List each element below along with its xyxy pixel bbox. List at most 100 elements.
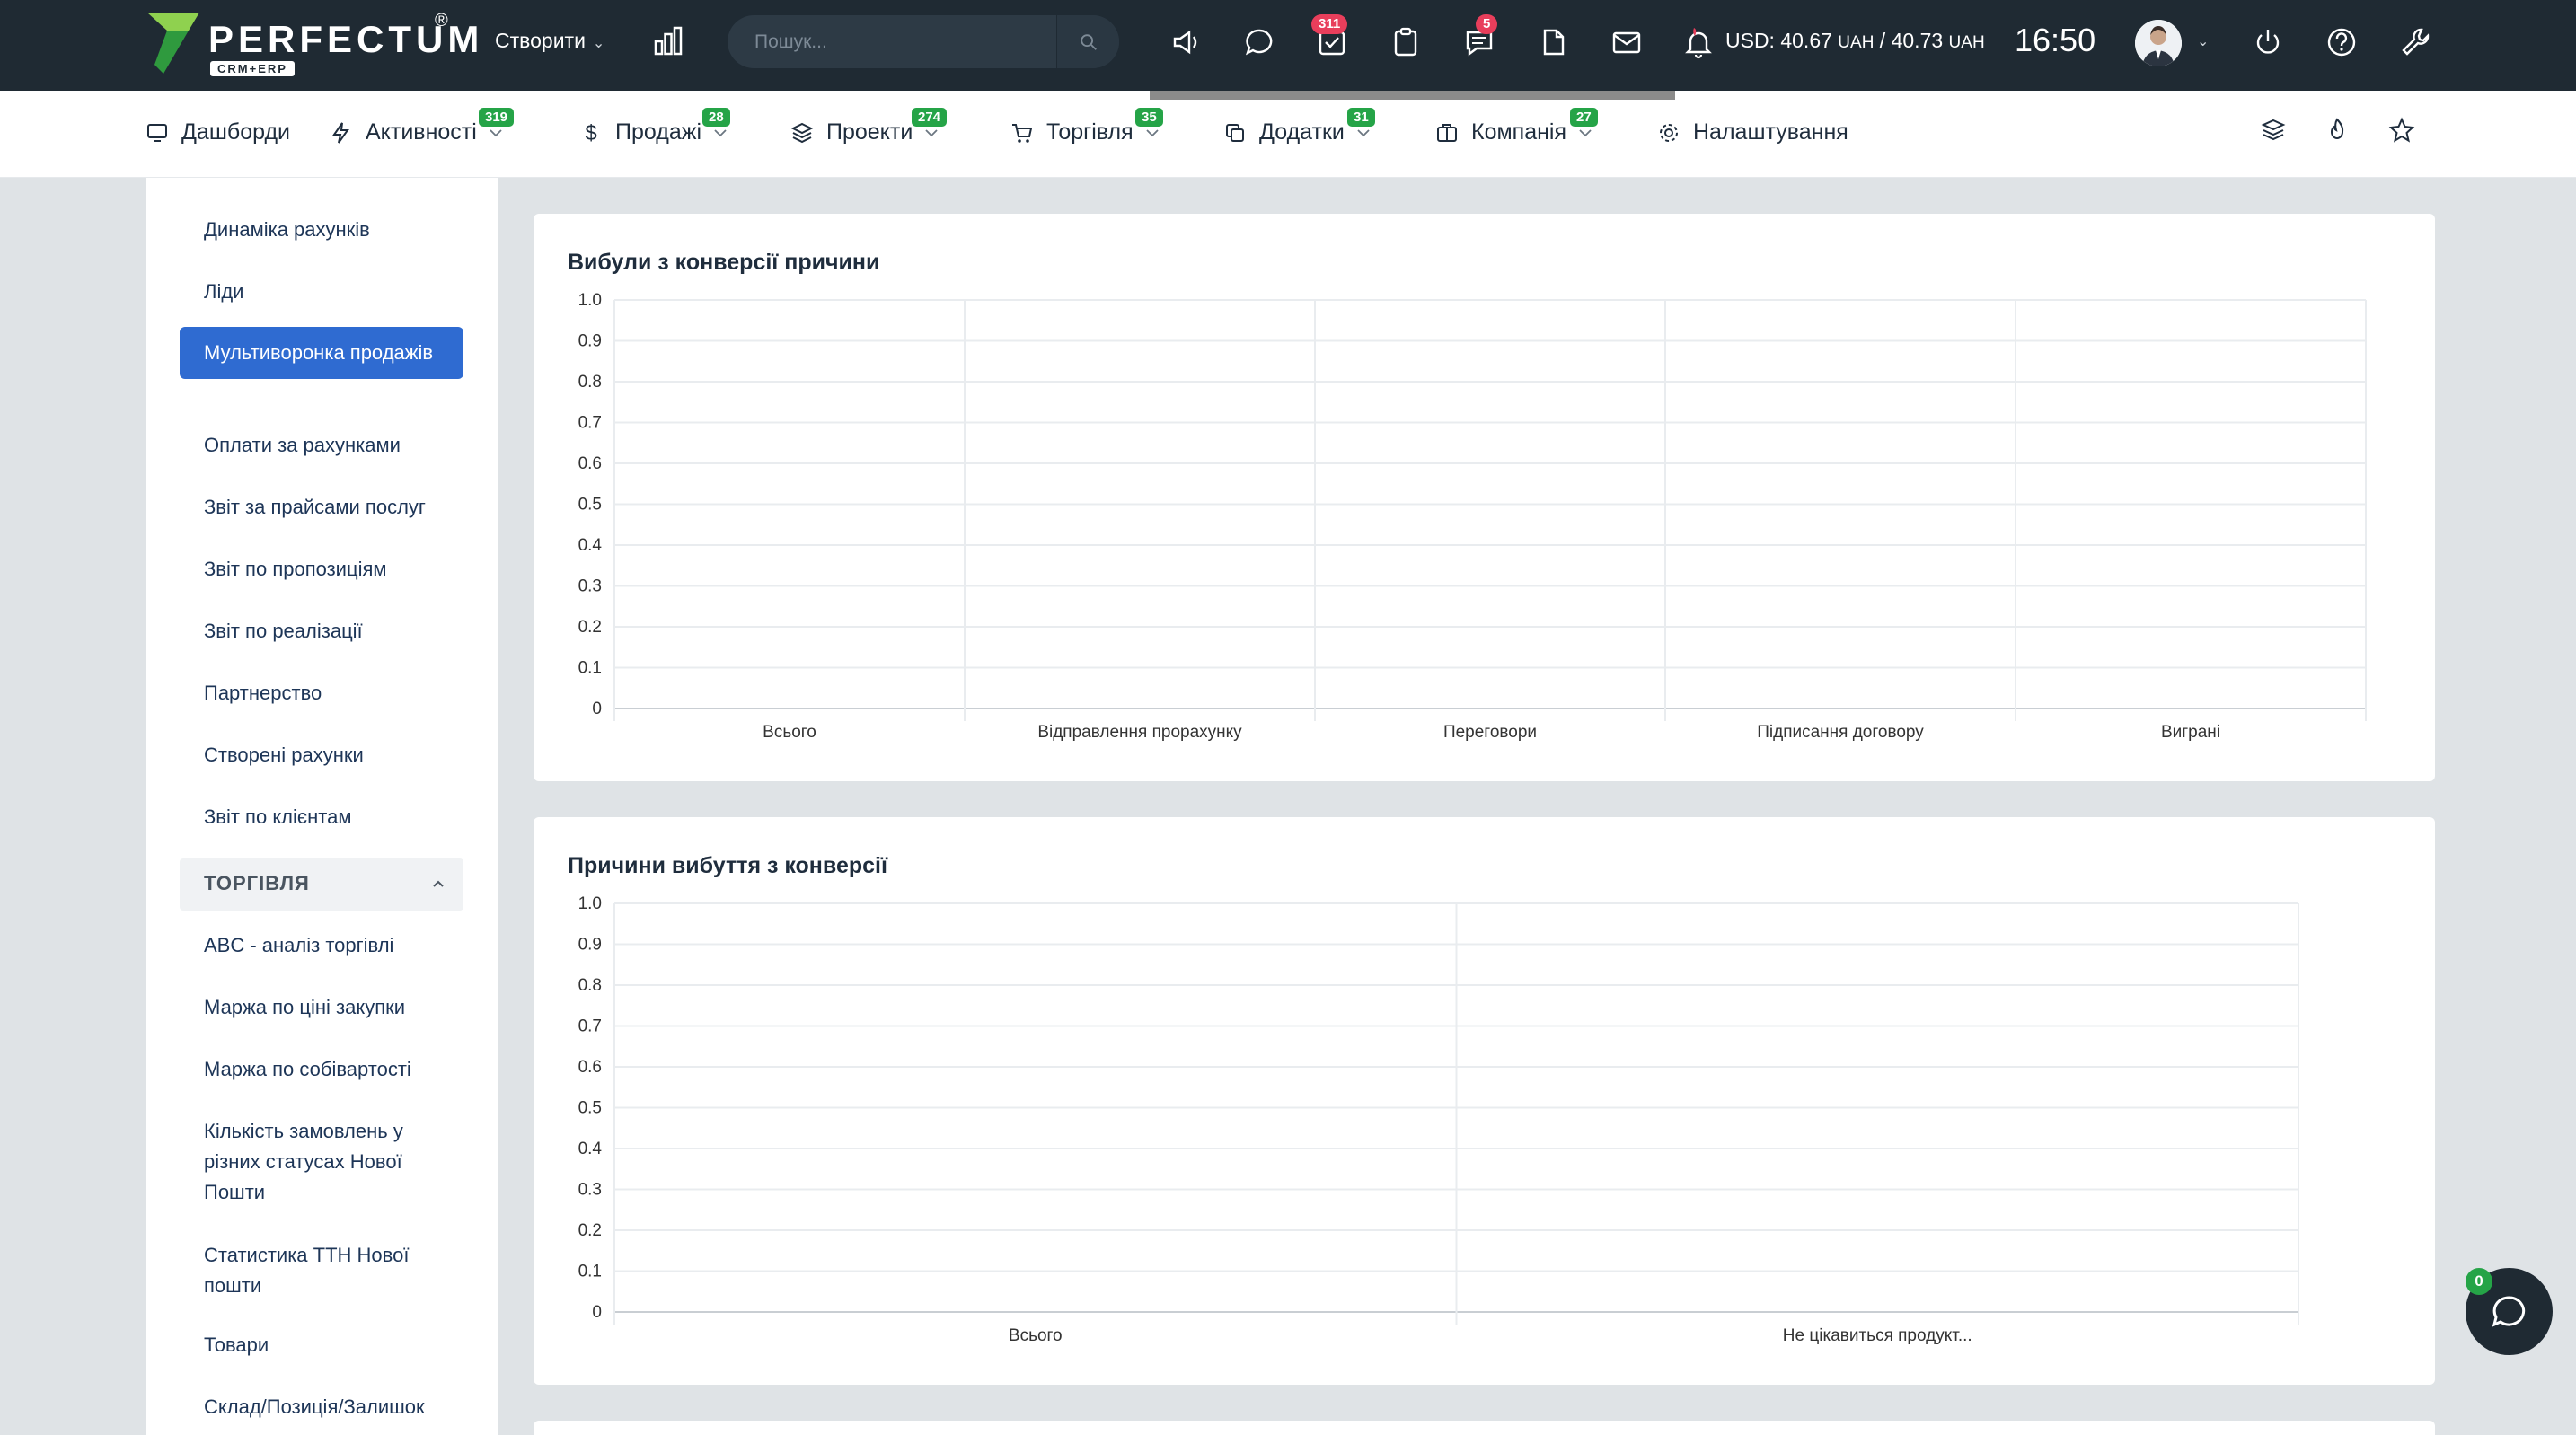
chevron-down-icon: [1146, 128, 1159, 136]
currency-rate: USD: 40.67 UAH / 40.73 UAH: [1725, 29, 1985, 53]
y-tick-label: 0.9: [578, 936, 602, 955]
search-button[interactable]: [1056, 15, 1119, 68]
y-tick-label: 0.2: [578, 618, 602, 637]
sidebar-group-trade[interactable]: ТОРГІВЛЯ: [180, 858, 463, 911]
announcement-icon[interactable]: [1169, 25, 1204, 59]
create-dropdown[interactable]: Створити ⌄: [495, 29, 604, 53]
sidebar-item[interactable]: Створені рахунки: [204, 740, 364, 770]
currency-unit-2: UAH: [1948, 33, 1985, 52]
chevron-down-icon: [714, 128, 727, 136]
sidebar-item[interactable]: Динаміка рахунків: [204, 215, 370, 245]
y-tick-label: 0.3: [578, 1181, 602, 1200]
sidebar-item[interactable]: Маржа по собівартості: [204, 1054, 411, 1085]
y-tick-label: 0.8: [578, 976, 602, 995]
sidebar-item[interactable]: Статистика ТТН Нової пошти: [204, 1240, 446, 1301]
nav-dashboards[interactable]: Дашборди: [146, 119, 290, 145]
sidebar-item[interactable]: Звіт по реалізації: [204, 616, 363, 647]
x-category-label: Переговори: [1443, 723, 1537, 742]
y-tick-label: 0: [592, 1303, 602, 1322]
currency-separator: / 40.73: [1874, 29, 1944, 52]
sidebar-item[interactable]: ABC - аналіз торгівлі: [204, 930, 393, 961]
chart-dropout-reasons: 0 0.1 0.2 0.3 0.4 0.5 0.6 0.7 0.8 0.9 1.0 Всього Від…: [578, 291, 2367, 742]
chevron-down-icon: [1579, 128, 1592, 136]
y-tick-label: 0: [592, 700, 602, 718]
nav-label: Активності: [366, 119, 477, 145]
y-tick-label: 1.0: [578, 291, 602, 310]
sidebar-item[interactable]: Товари: [204, 1330, 269, 1360]
chart-card-conversion-dropout: Вибули з конверсії причини 0 0.1 0.2 0.3 0.4…: [534, 214, 2435, 781]
top-bar: PERFECTUM ® CRM+ERP Створити ⌄ 311 5: [0, 0, 2576, 91]
power-icon[interactable]: [2251, 25, 2285, 59]
sidebar-item-active[interactable]: Мультиворонка продажів: [180, 327, 463, 379]
nav-badge: 274: [912, 108, 948, 127]
nav-badge: 319: [479, 108, 515, 127]
logo-registered-mark: ®: [435, 11, 448, 31]
y-tick-label: 0.5: [578, 496, 602, 515]
nav-badge: 28: [702, 108, 730, 127]
dollar-icon: $: [585, 120, 597, 145]
copy-icon: [1226, 123, 1244, 142]
chart-card-dropout-reasons: Причини вибуття з конверсії 0 0.1 0.2 0.3 0.…: [534, 817, 2435, 1385]
nav-label: Налаштування: [1693, 119, 1848, 145]
bar-chart-icon[interactable]: [652, 25, 684, 57]
document-icon[interactable]: [1536, 25, 1570, 59]
live-chat-button[interactable]: 0: [2466, 1268, 2553, 1355]
chat-icon[interactable]: [1243, 25, 1277, 59]
y-tick-label: 0.8: [578, 373, 602, 392]
briefcase-icon: [1437, 123, 1457, 142]
notification-bell-icon[interactable]: [1681, 25, 1716, 59]
sidebar-item[interactable]: Партнерство: [204, 678, 322, 709]
sidebar-item[interactable]: Звіт по пропозиціям: [204, 554, 387, 585]
y-tick-label: 0.6: [578, 454, 602, 473]
sidebar-item[interactable]: Звіт по клієнтам: [204, 802, 351, 832]
chart-reasons-of-dropout: 0 0.1 0.2 0.3 0.4 0.5 0.6 0.7 0.8 0.9 1.0 Всього Не …: [578, 894, 2299, 1345]
nav-label: Проекти: [826, 119, 913, 145]
y-tick-label: 0.7: [578, 1017, 602, 1036]
chevron-down-icon: [1357, 128, 1370, 136]
nav-badge: 31: [1347, 108, 1375, 127]
search-box: [728, 15, 1119, 68]
y-tick-label: 0.9: [578, 332, 602, 351]
y-tick-label: 1.0: [578, 894, 602, 913]
currency-prefix: USD: 40.67: [1725, 29, 1832, 52]
nav-settings[interactable]: Налаштування: [1657, 119, 1848, 145]
y-tick-label: 0.4: [578, 536, 603, 555]
nav-badge: 27: [1570, 108, 1598, 127]
sidebar-item[interactable]: Маржа по ціні закупки: [204, 992, 405, 1023]
fire-icon[interactable]: [2324, 117, 2351, 144]
wrench-icon[interactable]: [2398, 25, 2432, 59]
search-input[interactable]: [754, 28, 1042, 57]
y-tick-label: 0.4: [578, 1140, 603, 1158]
clipboard-icon[interactable]: [1389, 25, 1423, 59]
x-category-label: Всього: [1009, 1326, 1063, 1345]
avatar[interactable]: [2135, 20, 2182, 66]
layers-icon[interactable]: [2260, 117, 2287, 144]
y-tick-label: 0.6: [578, 1058, 602, 1077]
logo-subtitle: CRM+ERP: [210, 61, 295, 76]
x-category-label: Відправлення прорахунку: [1037, 723, 1242, 742]
y-tick-label: 0.5: [578, 1099, 602, 1118]
loading-progress-bar: [1150, 91, 1675, 100]
x-category-label: Не цікавиться продукт...: [1783, 1326, 1972, 1345]
star-icon[interactable]: [2388, 117, 2415, 144]
search-icon: [1081, 34, 1097, 50]
y-tick-label: 0.1: [578, 1263, 602, 1281]
cart-icon: [1012, 123, 1033, 143]
mail-icon[interactable]: [1610, 25, 1644, 59]
help-icon[interactable]: [2325, 25, 2359, 59]
sidebar-item[interactable]: Кількість замовлень у різних статусах Но…: [204, 1116, 446, 1208]
messages-badge: 5: [1476, 14, 1498, 34]
sidebar-item[interactable]: Ліди: [204, 277, 243, 307]
sidebar-item[interactable]: Звіт за прайсами послуг: [204, 492, 426, 523]
sidebar-item[interactable]: Склад/Позиція/Залишок: [204, 1392, 425, 1422]
nav-label: Компанія: [1471, 119, 1566, 145]
app-logo[interactable]: PERFECTUM ® CRM+ERP: [146, 11, 479, 83]
chevron-down-icon[interactable]: ⌄: [2197, 32, 2209, 50]
layers-icon: [790, 122, 814, 143]
sidebar-item-cut: [204, 158, 209, 189]
nav-label: Додатки: [1259, 119, 1345, 145]
nav-label: Продажі: [615, 119, 701, 145]
sidebar-item[interactable]: Оплати за рахунками: [204, 430, 401, 461]
nav-activities[interactable]: Активності: [330, 119, 504, 145]
y-tick-label: 0.1: [578, 659, 602, 678]
